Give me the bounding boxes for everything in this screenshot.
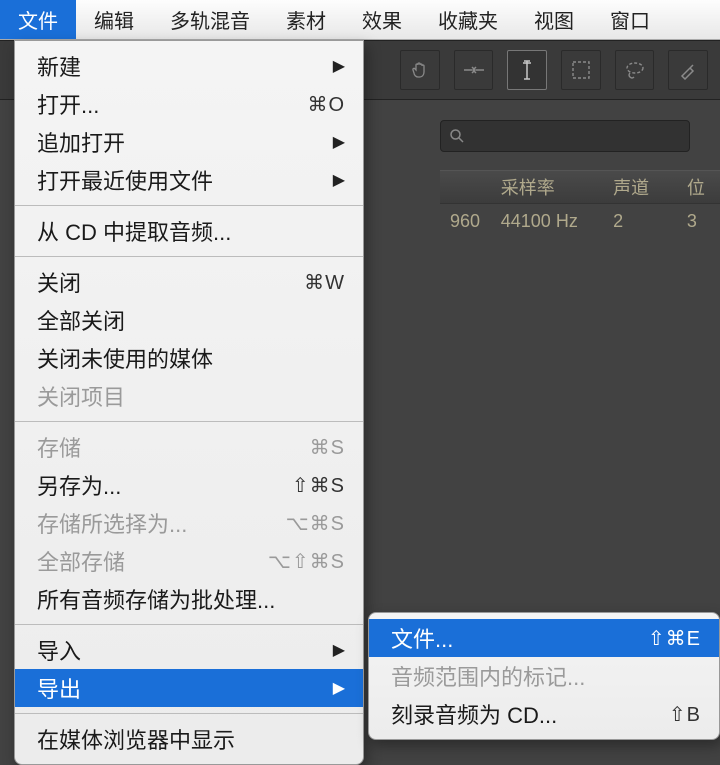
chevron-right-icon: ▶: [333, 56, 345, 76]
chevron-right-icon: ▶: [333, 678, 345, 698]
menu-separator: [15, 205, 363, 206]
col-bitdepth[interactable]: 位: [677, 174, 720, 200]
chevron-right-icon: ▶: [333, 640, 345, 660]
ibeam-tool-icon[interactable]: [507, 50, 547, 90]
menu-save-all-batch[interactable]: 所有音频存储为批处理...: [15, 580, 363, 618]
menu-export[interactable]: 导出▶: [15, 669, 363, 707]
columns-header: 采样率 声道 位: [440, 170, 720, 204]
menu-reveal-media-browser[interactable]: 在媒体浏览器中显示: [15, 720, 363, 758]
export-file[interactable]: 文件...⇧⌘E: [369, 619, 719, 657]
menu-multitrack[interactable]: 多轨混音: [152, 0, 268, 39]
search-input[interactable]: [440, 120, 690, 152]
menu-import[interactable]: 导入▶: [15, 631, 363, 669]
hand-tool-icon[interactable]: [400, 50, 440, 90]
menu-save-all: 全部存储⌥⇧⌘S: [15, 542, 363, 580]
cell-rate: 44100 Hz: [491, 211, 603, 232]
menu-open-recent[interactable]: 打开最近使用文件▶: [15, 161, 363, 199]
search-icon: [449, 128, 465, 144]
menu-new[interactable]: 新建▶: [15, 47, 363, 85]
export-burn-cd[interactable]: 刻录音频为 CD...⇧B: [369, 695, 719, 733]
menu-append-open[interactable]: 追加打开▶: [15, 123, 363, 161]
cell-channels: 2: [603, 211, 677, 232]
menu-favorites[interactable]: 收藏夹: [420, 0, 516, 39]
export-submenu: 文件...⇧⌘E 音频范围内的标记... 刻录音频为 CD...⇧B: [368, 612, 720, 740]
menu-separator: [15, 256, 363, 257]
menu-separator: [15, 713, 363, 714]
export-markers-in-range: 音频范围内的标记...: [369, 657, 719, 695]
menu-window[interactable]: 窗口: [592, 0, 668, 39]
chevron-right-icon: ▶: [333, 170, 345, 190]
menu-save: 存储⌘S: [15, 428, 363, 466]
menu-open[interactable]: 打开...⌘O: [15, 85, 363, 123]
table-row[interactable]: 960 44100 Hz 2 3: [440, 204, 720, 238]
cell-num: 960: [440, 211, 491, 232]
menu-save-selection-as: 存储所选择为...⌥⌘S: [15, 504, 363, 542]
menu-separator: [15, 624, 363, 625]
menu-edit[interactable]: 编辑: [76, 0, 152, 39]
menu-separator: [15, 421, 363, 422]
col-sample-rate[interactable]: 采样率: [491, 174, 603, 200]
menu-close-all[interactable]: 全部关闭: [15, 301, 363, 339]
file-menu: 新建▶ 打开...⌘O 追加打开▶ 打开最近使用文件▶ 从 CD 中提取音频..…: [14, 40, 364, 765]
menu-save-as[interactable]: 另存为...⇧⌘S: [15, 466, 363, 504]
lasso-tool-icon[interactable]: [615, 50, 655, 90]
brush-tool-icon[interactable]: [668, 50, 708, 90]
menu-view[interactable]: 视图: [516, 0, 592, 39]
menu-close[interactable]: 关闭⌘W: [15, 263, 363, 301]
menu-extract-cd[interactable]: 从 CD 中提取音频...: [15, 212, 363, 250]
marquee-tool-icon[interactable]: [561, 50, 601, 90]
chevron-right-icon: ▶: [333, 132, 345, 152]
menu-close-unused[interactable]: 关闭未使用的媒体: [15, 339, 363, 377]
menu-file[interactable]: 文件: [0, 0, 76, 39]
razor-tool-icon[interactable]: [454, 50, 494, 90]
menu-effects[interactable]: 效果: [344, 0, 420, 39]
menu-close-project: 关闭项目: [15, 377, 363, 415]
col-channels[interactable]: 声道: [603, 174, 677, 200]
menubar: 文件 编辑 多轨混音 素材 效果 收藏夹 视图 窗口: [0, 0, 720, 40]
menu-clip[interactable]: 素材: [268, 0, 344, 39]
cell-bits: 3: [677, 211, 720, 232]
